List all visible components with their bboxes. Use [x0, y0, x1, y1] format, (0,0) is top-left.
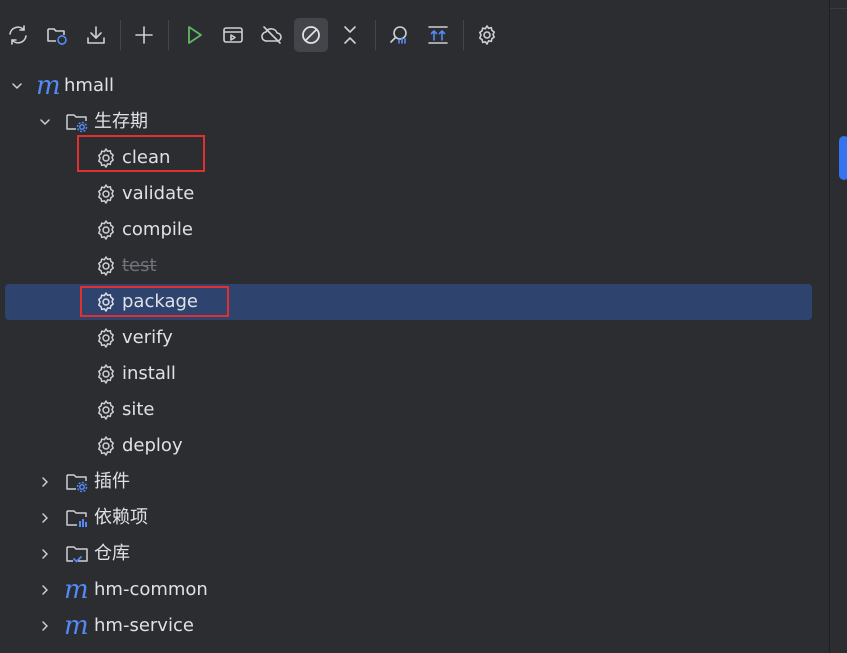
chevron-right-icon[interactable]	[35, 544, 55, 564]
gear-icon	[94, 254, 118, 278]
tree-item-plugins[interactable]: 插件	[0, 464, 830, 500]
chevron-down-icon[interactable]	[7, 76, 27, 96]
toolbar-separator	[463, 20, 464, 50]
tree-item-goal-test[interactable]: test	[0, 248, 830, 284]
tree-item-goal-verify[interactable]: verify	[0, 320, 830, 356]
show-dependencies-icon[interactable]	[421, 18, 455, 52]
tree-item-hm-common[interactable]: m hm-common	[0, 572, 830, 608]
tree-item-goal-site[interactable]: site	[0, 392, 830, 428]
tree-item-label: 插件	[94, 471, 130, 492]
tree-item-label: verify	[122, 327, 173, 348]
gear-icon	[94, 218, 118, 242]
tree-item-label: 仓库	[94, 543, 130, 564]
tree-item-label: site	[122, 399, 155, 420]
tree-item-label: 生存期	[94, 111, 148, 132]
maven-module-icon: m	[36, 71, 61, 101]
tree-item-goal-validate[interactable]: validate	[0, 176, 830, 212]
gear-icon	[94, 434, 118, 458]
tree-item-label: 依赖项	[94, 507, 148, 528]
tree-item-label: hmall	[64, 75, 114, 96]
tree-item-label: install	[122, 363, 176, 384]
toolbar-separator	[375, 20, 376, 50]
chevron-right-icon[interactable]	[35, 508, 55, 528]
chevron-right-icon[interactable]	[35, 580, 55, 600]
settings-icon[interactable]	[470, 18, 504, 52]
generate-sources-icon[interactable]	[40, 18, 74, 52]
gear-icon	[94, 182, 118, 206]
gear-icon	[94, 362, 118, 386]
chevron-right-icon[interactable]	[35, 472, 55, 492]
tree-item-label: test	[122, 255, 157, 276]
repositories-folder-icon	[65, 542, 89, 566]
dependencies-folder-icon	[65, 506, 89, 530]
tree-item-goal-install[interactable]: install	[0, 356, 830, 392]
lifecycle-folder-icon	[65, 110, 89, 134]
execute-goal-icon[interactable]	[216, 18, 250, 52]
download-sources-icon[interactable]	[79, 18, 113, 52]
tree-item-label: validate	[122, 183, 195, 204]
tree-item-label: hm-service	[94, 615, 194, 636]
tree-item-repositories[interactable]: 仓库	[0, 536, 830, 572]
highlight-box-package	[80, 286, 229, 317]
toolbar-separator	[120, 20, 121, 50]
divider	[830, 0, 847, 9]
maven-tool-window: m hmall 生存期 clean validate compile test …	[0, 0, 847, 653]
highlight-box-clean	[77, 135, 205, 172]
chevron-right-icon[interactable]	[35, 616, 55, 636]
gear-icon	[94, 326, 118, 350]
reload-all-projects-icon[interactable]	[1, 18, 35, 52]
toolbar-separator	[168, 20, 169, 50]
tree-item-dependencies[interactable]: 依赖项	[0, 500, 830, 536]
scrollbar-thumb[interactable]	[839, 136, 847, 180]
collapse-all-icon[interactable]	[333, 18, 367, 52]
chevron-down-icon[interactable]	[35, 112, 55, 132]
plugins-folder-icon	[65, 470, 89, 494]
tree-item-label: deploy	[122, 435, 183, 456]
add-project-icon[interactable]	[127, 18, 161, 52]
tree-item-label: compile	[122, 219, 193, 240]
right-side-strip	[829, 0, 847, 653]
maven-module-icon: m	[64, 611, 89, 641]
maven-module-icon: m	[64, 575, 89, 605]
gear-icon	[94, 398, 118, 422]
tree-item-label: hm-common	[94, 579, 208, 600]
offline-mode-icon[interactable]	[255, 18, 289, 52]
tree-item-hm-service[interactable]: m hm-service	[0, 608, 830, 644]
maven-toolbar	[0, 12, 830, 60]
tree-item-hmall[interactable]: m hmall	[0, 68, 830, 104]
tree-item-goal-deploy[interactable]: deploy	[0, 428, 830, 464]
analyze-dependencies-icon[interactable]	[382, 18, 416, 52]
tree-item-goal-compile[interactable]: compile	[0, 212, 830, 248]
skip-tests-icon[interactable]	[294, 18, 328, 52]
run-icon[interactable]	[177, 18, 211, 52]
